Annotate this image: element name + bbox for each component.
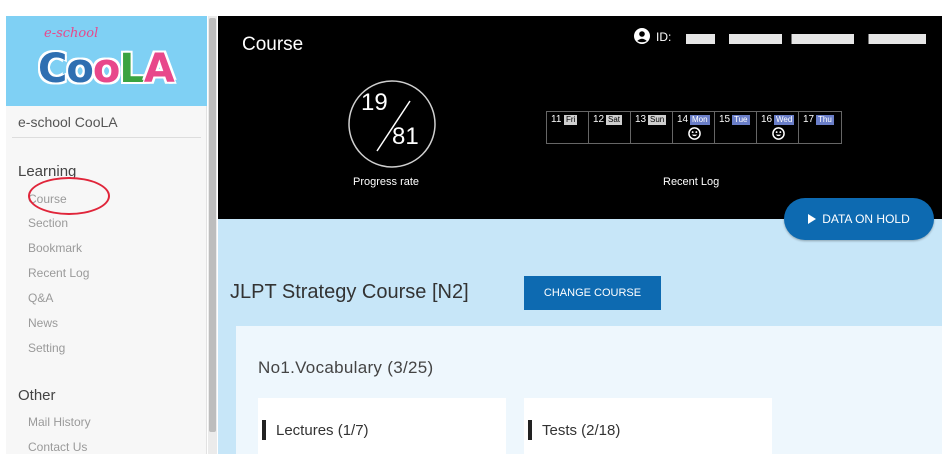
logo[interactable]: e-school CooLA (6, 16, 207, 106)
user-id-value-redacted (686, 34, 926, 44)
lectures-card[interactable]: Lectures (1/7) (258, 398, 506, 454)
sidebar-item-setting[interactable]: Setting (28, 341, 65, 355)
calendar-day: 16 Wed (757, 112, 799, 143)
calendar-weekday: Wed (774, 115, 795, 125)
progress-total: 81 (392, 123, 419, 150)
course-title: JLPT Strategy Course [N2] (230, 281, 469, 303)
recent-log-label: Recent Log (663, 176, 720, 188)
calendar-weekday: Tue (732, 115, 750, 125)
tests-count: Tests (2/18) (542, 422, 621, 439)
calendar-day-number: 16 (761, 114, 773, 125)
calendar-weekday: Sat (606, 115, 623, 125)
scrollbar-thumb[interactable] (209, 18, 216, 432)
page-title: Course (242, 34, 304, 55)
lectures-count: Lectures (1/7) (276, 422, 369, 439)
calendar-day-number: 15 (719, 114, 731, 125)
calendar-day: 14 Mon (673, 112, 715, 143)
top-strip (0, 0, 942, 14)
calendar-day: 17 Thu (799, 112, 841, 143)
calendar-day: 13 Sun (631, 112, 673, 143)
progress-done: 19 (361, 89, 388, 116)
sidebar-item-contact-us[interactable]: Contact Us (28, 440, 87, 454)
main-area: Course ID: 19 81 Progress rate 11 Fri 12… (218, 16, 942, 454)
user-icon (634, 28, 650, 44)
brand-name: e-school CooLA (18, 114, 118, 130)
recent-log-calendar: 11 Fri 12 Sat 13 Sun 14 Mon 15 Tue 16 We… (546, 111, 842, 144)
tests-card[interactable]: Tests (2/18) (524, 398, 772, 454)
calendar-day-number: 14 (677, 114, 689, 125)
other-section-title: Other (18, 387, 56, 404)
calendar-weekday: Mon (690, 115, 710, 125)
logo-small-text: e-school (44, 26, 99, 41)
progress-label: Progress rate (353, 176, 420, 188)
unit-card: No1.Vocabulary (3/25) Lectures (1/7) Tes… (236, 326, 942, 454)
section-bar (262, 420, 266, 440)
smiley-icon (772, 127, 785, 140)
calendar-day: 11 Fri (547, 112, 589, 143)
section-bar (528, 420, 532, 440)
logo-main-text: CooLA (38, 46, 175, 92)
sidebar-item-qa[interactable]: Q&A (28, 291, 53, 305)
play-icon (808, 214, 817, 224)
calendar-day-number: 17 (803, 114, 815, 125)
calendar-weekday: Fri (564, 115, 578, 125)
highlight-circle (28, 177, 110, 215)
calendar-day: 15 Tue (715, 112, 757, 143)
smiley-icon (688, 127, 701, 140)
calendar-day-number: 13 (635, 114, 647, 125)
unit-title: No1.Vocabulary (3/25) (258, 358, 434, 377)
calendar-day-number: 12 (593, 114, 605, 125)
calendar-weekday: Thu (816, 115, 834, 125)
sidebar-item-news[interactable]: News (28, 316, 58, 330)
data-on-hold-label: DATA ON HOLD (822, 212, 910, 226)
sidebar-scrollbar[interactable] (208, 16, 217, 454)
sidebar-item-recent-log[interactable]: Recent Log (28, 266, 89, 280)
sidebar-item-mail-history[interactable]: Mail History (28, 415, 91, 429)
calendar-day: 12 Sat (589, 112, 631, 143)
calendar-day-number: 11 (551, 114, 562, 125)
header-panel: Course ID: 19 81 Progress rate 11 Fri 12… (218, 16, 942, 219)
sidebar-item-bookmark[interactable]: Bookmark (28, 241, 82, 255)
calendar-weekday: Sun (648, 115, 667, 125)
data-on-hold-button[interactable]: DATA ON HOLD (784, 198, 934, 240)
user-id-label: ID: (656, 30, 672, 44)
change-course-button[interactable]: CHANGE COURSE (524, 276, 661, 310)
sidebar-divider (12, 137, 201, 138)
sidebar-item-section[interactable]: Section (28, 216, 68, 230)
sidebar: e-school CooLA e-school CooLA Learning C… (6, 16, 207, 454)
